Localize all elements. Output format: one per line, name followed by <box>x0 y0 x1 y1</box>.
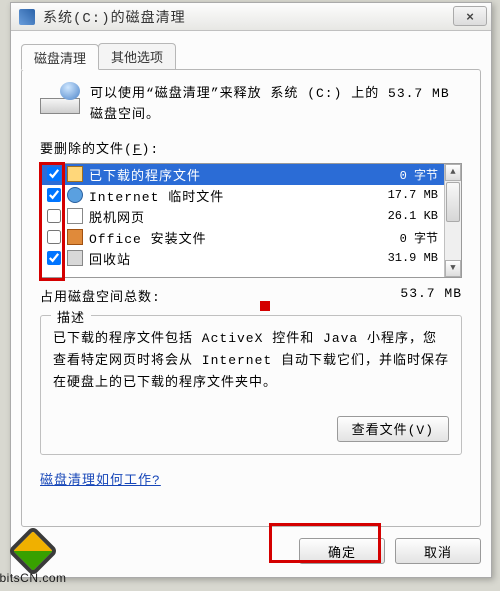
tab-other-options[interactable]: 其他选项 <box>98 43 176 69</box>
list-item[interactable]: Internet 临时文件 17.7 MB <box>41 185 444 206</box>
close-button[interactable]: × <box>453 6 487 26</box>
scroll-thumb[interactable] <box>446 182 460 222</box>
titlebar: 系统(C:)的磁盘清理 × <box>11 3 491 31</box>
item-size: 0 字节 <box>400 166 438 183</box>
office-icon <box>67 229 83 245</box>
drive-icon <box>19 9 35 25</box>
ie-icon <box>67 187 83 203</box>
dialog-title: 系统(C:)的磁盘清理 <box>43 7 186 27</box>
logo-icon <box>8 526 59 577</box>
intro-text: 可以使用“磁盘清理”来释放 系统 (C:) 上的 53.7 MB 磁盘空间。 <box>90 84 462 126</box>
scroll-down-button[interactable]: ▼ <box>445 260 461 277</box>
files-to-delete-label: 要删除的文件(F): <box>40 138 462 157</box>
watermark-logo: bitsCN.com <box>0 533 72 589</box>
item-checkbox[interactable] <box>47 188 61 202</box>
recycle-bin-icon <box>67 250 83 266</box>
item-name: 回收站 <box>89 249 388 268</box>
annotation-marker <box>260 301 270 311</box>
description-group: 描述 已下载的程序文件包括 ActiveX 控件和 Java 小程序，您查看特定… <box>40 315 462 455</box>
tab-cleanup[interactable]: 磁盘清理 <box>21 44 99 70</box>
view-files-button[interactable]: 查看文件(V) <box>337 416 449 442</box>
scroll-track[interactable] <box>445 181 461 260</box>
item-checkbox[interactable] <box>47 209 61 223</box>
item-name: 脱机网页 <box>89 207 388 226</box>
disk-cleanup-dialog: 系统(C:)的磁盘清理 × 磁盘清理 其他选项 可以使用“磁盘清理”来释放 系统… <box>10 2 492 578</box>
cleanup-drive-icon <box>40 84 78 114</box>
total-space-value: 53.7 MB <box>400 286 462 305</box>
item-checkbox[interactable] <box>47 230 61 244</box>
item-size: 31.9 MB <box>388 251 438 265</box>
item-size: 26.1 KB <box>388 209 438 223</box>
page-icon <box>67 208 83 224</box>
list-item[interactable]: 回收站 31.9 MB <box>41 248 444 269</box>
label-access-key: F <box>133 142 142 157</box>
item-size: 0 字节 <box>400 229 438 246</box>
list-item[interactable]: 脱机网页 26.1 KB <box>41 206 444 227</box>
list-item[interactable]: Office 安装文件 0 字节 <box>41 227 444 248</box>
list-item[interactable]: 已下载的程序文件 0 字节 <box>41 164 444 185</box>
description-text: 已下载的程序文件包括 ActiveX 控件和 Java 小程序，您查看特定网页时… <box>53 328 449 394</box>
cancel-button[interactable]: 取消 <box>395 538 481 564</box>
dialog-footer: 确定 取消 <box>21 535 481 567</box>
how-it-works-link[interactable]: 磁盘清理如何工作? <box>40 469 161 488</box>
label-prefix: 要删除的文件( <box>40 142 133 157</box>
folder-icon <box>67 166 83 182</box>
tab-strip: 磁盘清理 其他选项 <box>21 43 175 69</box>
intro-row: 可以使用“磁盘清理”来释放 系统 (C:) 上的 53.7 MB 磁盘空间。 <box>40 84 462 126</box>
label-suffix: ): <box>142 142 160 157</box>
item-size: 17.7 MB <box>388 188 438 202</box>
description-legend: 描述 <box>51 307 91 326</box>
item-name: Office 安装文件 <box>89 228 400 247</box>
scroll-up-button[interactable]: ▲ <box>445 164 461 181</box>
ok-button[interactable]: 确定 <box>299 538 385 564</box>
dialog-body: 磁盘清理 其他选项 可以使用“磁盘清理”来释放 系统 (C:) 上的 53.7 … <box>11 31 491 577</box>
item-checkbox[interactable] <box>47 167 61 181</box>
item-name: 已下载的程序文件 <box>89 165 400 184</box>
tab-panel-cleanup: 可以使用“磁盘清理”来释放 系统 (C:) 上的 53.7 MB 磁盘空间。 要… <box>21 69 481 527</box>
item-name: Internet 临时文件 <box>89 186 388 205</box>
files-listbox[interactable]: 已下载的程序文件 0 字节 Internet 临时文件 17.7 MB 脱机网页… <box>40 163 462 278</box>
total-space-label: 占用磁盘空间总数: <box>40 286 400 305</box>
list-rows: 已下载的程序文件 0 字节 Internet 临时文件 17.7 MB 脱机网页… <box>41 164 444 277</box>
scrollbar[interactable]: ▲ ▼ <box>444 164 461 277</box>
item-checkbox[interactable] <box>47 251 61 265</box>
total-space-row: 占用磁盘空间总数: 53.7 MB <box>40 286 462 305</box>
